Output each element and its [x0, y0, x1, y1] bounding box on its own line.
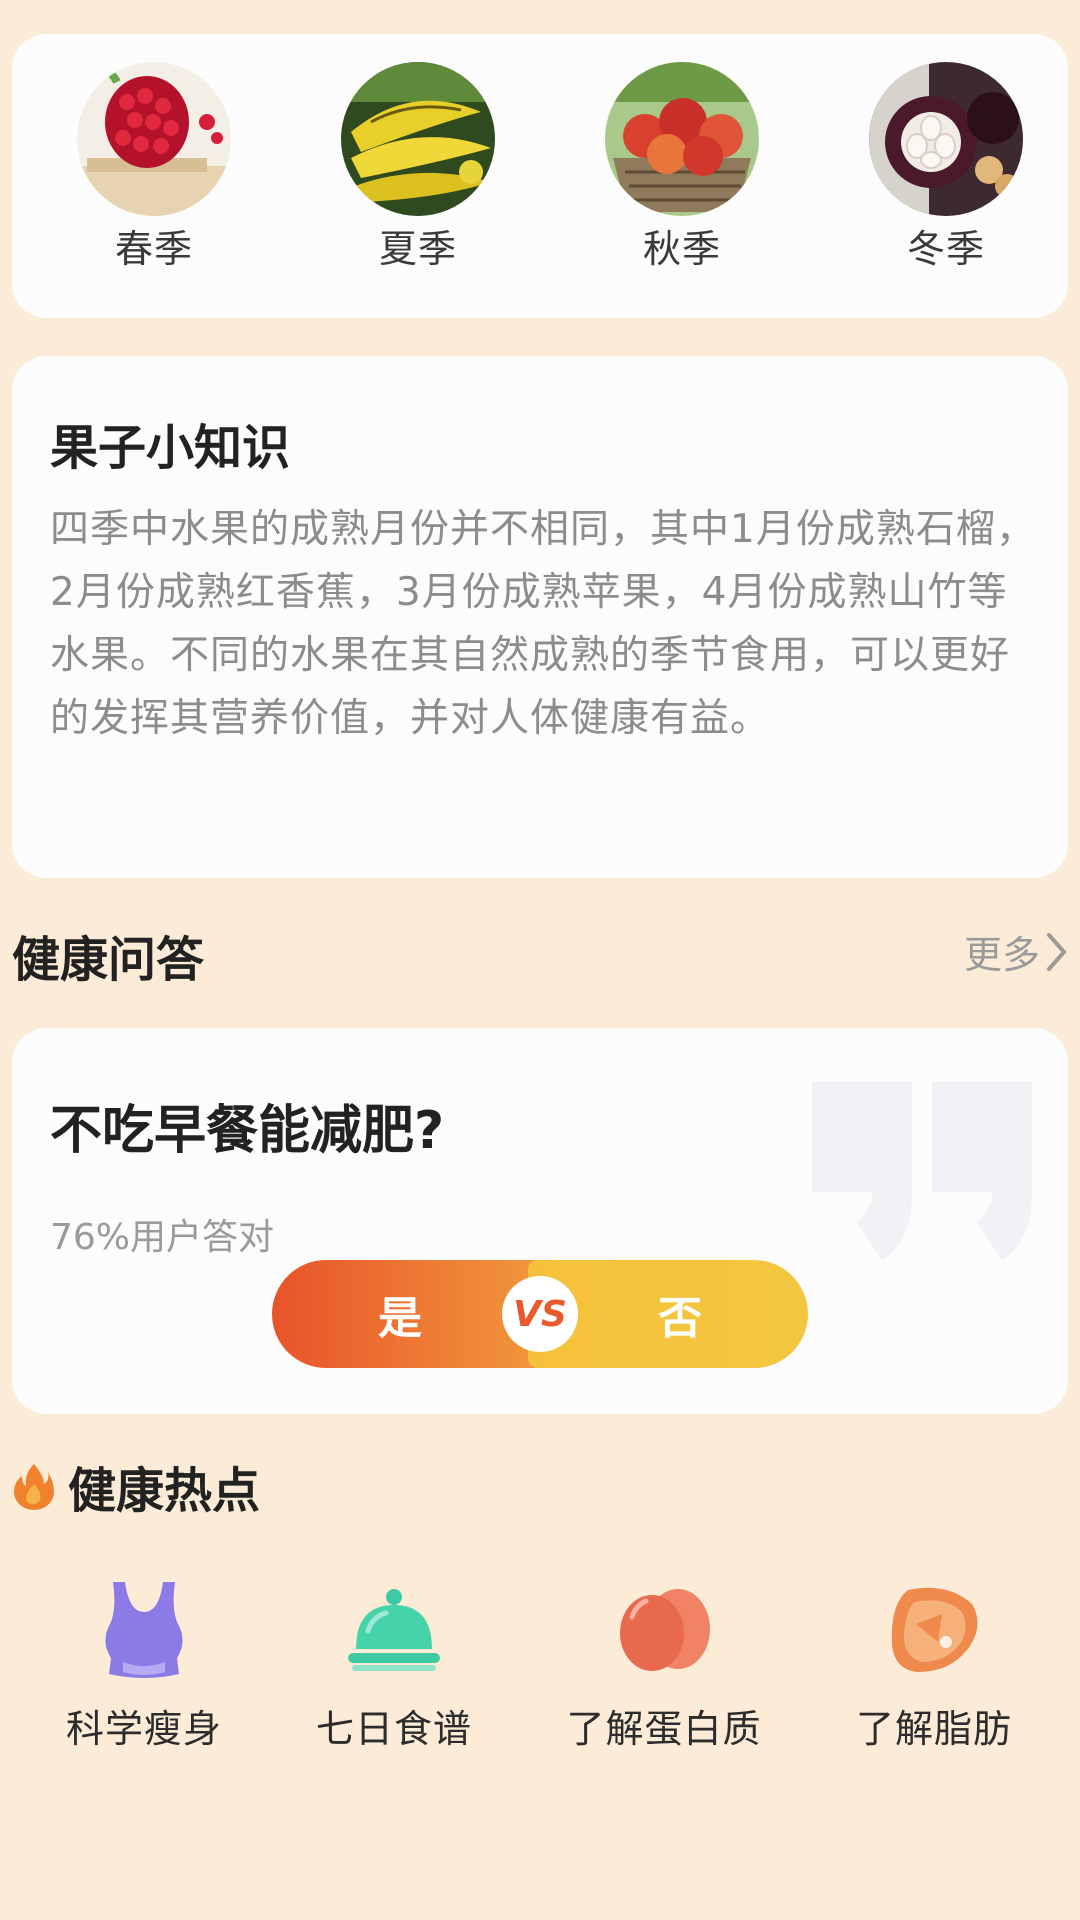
apples-basket-image: [605, 62, 759, 216]
more-label: 更多: [963, 933, 1040, 977]
topic-protein[interactable]: 了解蛋白质: [534, 1580, 794, 1753]
topic-label: 了解蛋白质: [566, 1707, 762, 1751]
flame-icon: [14, 1464, 54, 1510]
season-label: 春季: [114, 227, 193, 271]
season-winter[interactable]: 冬季: [846, 62, 1046, 273]
health-qa-header: 健康问答 更多: [12, 920, 1068, 988]
season-label: 冬季: [906, 227, 985, 271]
seasons-card: 春季 夏季 秋季 冬季: [12, 34, 1068, 318]
season-summer[interactable]: 夏季: [318, 62, 518, 273]
topic-seven-day-recipes[interactable]: 七日食谱: [264, 1580, 524, 1753]
quiz-correct-rate: 76%用户答对: [50, 1217, 275, 1258]
topic-label: 七日食谱: [315, 1707, 472, 1751]
topic-label: 科学瘦身: [65, 1707, 222, 1751]
tank-top-icon: [105, 1582, 183, 1678]
health-hot-title: 健康热点: [68, 1463, 261, 1519]
topic-label: 了解脂肪: [855, 1707, 1012, 1751]
more-link[interactable]: 更多: [964, 924, 1068, 979]
health-quiz-card: 不吃早餐能减肥? 76%用户答对 是 否 VS: [12, 1028, 1068, 1414]
food-cloche-icon: [348, 1589, 440, 1671]
knowledge-body: 四季中水果的成熟月份并不相同，其中1月份成熟石榴，2月份成熟红香蕉，3月份成熟苹…: [50, 507, 1036, 741]
pomegranate-image: [77, 62, 231, 216]
season-label: 秋季: [642, 227, 721, 271]
vs-badge: VS: [502, 1276, 578, 1352]
health-hot-header: 健康热点: [14, 1456, 260, 1519]
mangosteen-image: [869, 62, 1023, 216]
season-autumn[interactable]: 秋季: [582, 62, 782, 273]
bananas-image: [341, 62, 495, 216]
eggs-icon: [620, 1589, 710, 1671]
topic-slimming[interactable]: 科学瘦身: [14, 1580, 274, 1753]
quote-mark-icon: [812, 1082, 1032, 1260]
knowledge-title: 果子小知识: [50, 420, 291, 476]
fruit-knowledge-card: 果子小知识 四季中水果的成熟月份并不相同，其中1月份成熟石榴，2月份成熟红香蕉，…: [12, 356, 1068, 878]
season-spring[interactable]: 春季: [54, 62, 254, 273]
season-label: 夏季: [378, 227, 457, 271]
chevron-right-icon: [1047, 932, 1066, 971]
topic-fat[interactable]: 了解脂肪: [804, 1580, 1064, 1753]
quiz-question: 不吃早餐能减肥?: [50, 1101, 445, 1161]
health-qa-title: 健康问答: [12, 932, 205, 988]
answer-choices: 是 否 VS: [272, 1260, 808, 1368]
meat-steak-icon: [891, 1587, 978, 1672]
